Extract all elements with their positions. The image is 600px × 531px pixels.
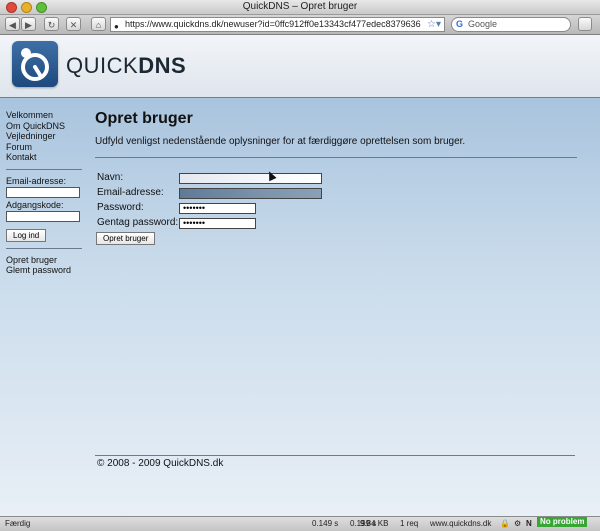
address-bar[interactable]: ● https://www.quickdns.dk/newuser?id=0ff… xyxy=(110,17,445,32)
status-time-1: 0.149 s xyxy=(312,519,339,528)
close-window-button[interactable] xyxy=(6,2,17,13)
sidebar-link-om-quickdns[interactable]: Om QuickDNS xyxy=(6,121,82,132)
site-logo-text[interactable]: QUICKDNS xyxy=(66,53,186,79)
search-placeholder: Google xyxy=(468,19,498,29)
email-field[interactable] xyxy=(179,188,322,199)
window-titlebar: QuickDNS – Opret bruger xyxy=(0,0,600,15)
search-bar[interactable]: G Google xyxy=(451,17,571,32)
logo-text-light: QUICK xyxy=(66,53,139,78)
sidebar: Velkommen Om QuickDNS Vejledninger Forum… xyxy=(6,110,82,276)
sidebar-divider xyxy=(6,247,82,249)
gear-icon[interactable]: ⚙ xyxy=(514,517,521,531)
login-password-label: Adgangskode: xyxy=(6,199,64,210)
home-button[interactable]: ⌂ xyxy=(91,17,106,31)
status-domain: www.quickdns.dk xyxy=(430,519,492,528)
logo-text-bold: DNS xyxy=(138,53,187,78)
status-requests: 1 req xyxy=(400,519,419,528)
login-email-label: Email-adresse: xyxy=(6,175,67,186)
site-favicon-icon: ● xyxy=(114,22,119,31)
repeat-password-field[interactable]: ••••••• xyxy=(179,218,256,229)
reload-icon: ↻ xyxy=(47,20,56,30)
create-user-button[interactable]: Opret bruger xyxy=(96,232,156,245)
quickdns-logo-icon[interactable] xyxy=(12,41,58,87)
bookmark-star-icon[interactable]: ☆▾ xyxy=(427,18,441,31)
name-field[interactable] xyxy=(179,173,322,184)
forward-button[interactable]: ▶ xyxy=(21,17,36,31)
footer-copyright: © 2008 - 2009 QuickDNS.dk xyxy=(97,458,224,469)
google-icon: G xyxy=(456,19,464,29)
sidebar-link-vejledninger[interactable]: Vejledninger xyxy=(6,131,82,142)
address-url: https://www.quickdns.dk/newuser?id=0ffc9… xyxy=(125,19,421,29)
sidebar-link-glemt-password[interactable]: Glemt password xyxy=(6,265,82,276)
email-label: Email-adresse: xyxy=(97,187,164,198)
back-arrow-icon: ◀ xyxy=(9,20,16,30)
login-email-input[interactable] xyxy=(6,186,80,198)
content-divider xyxy=(95,157,577,158)
home-icon: ⌂ xyxy=(95,20,102,30)
footer-divider xyxy=(95,455,575,456)
status-size: 9.84 KB xyxy=(360,519,389,528)
sidebar-link-forum[interactable]: Forum xyxy=(6,142,82,153)
stop-button[interactable]: ✕ xyxy=(66,17,81,31)
reload-button[interactable]: ↻ xyxy=(44,17,59,31)
intro-text: Udfyld venligst nedenstående oplysninger… xyxy=(95,136,466,147)
minimize-window-button[interactable] xyxy=(21,2,32,13)
stop-icon: ✕ xyxy=(69,20,78,30)
page-title: Opret bruger xyxy=(95,110,193,127)
repeat-password-label: Gentag password: xyxy=(97,217,179,228)
login-button[interactable]: Log ind xyxy=(6,228,47,242)
status-badge[interactable]: No problem xyxy=(537,517,588,527)
back-button[interactable]: ◀ xyxy=(5,17,20,31)
zoom-window-button[interactable] xyxy=(36,2,47,13)
browser-toolbar: ◀ ▶ ↻ ✕ ⌂ ● https://www.quickdns.dk/newu… xyxy=(0,15,600,35)
status-text: Færdig xyxy=(5,519,31,528)
password-field[interactable]: ••••••• xyxy=(179,203,256,214)
site-header: QUICKDNS xyxy=(0,35,600,98)
window-controls xyxy=(6,2,47,13)
browser-statusbar: Færdig 0.149 s 0.199 s 9.84 KB 1 req www… xyxy=(0,516,600,531)
login-password-input[interactable] xyxy=(6,210,80,222)
page-content: Velkommen Om QuickDNS Vejledninger Forum… xyxy=(0,98,600,516)
sidebar-divider xyxy=(6,168,82,170)
lock-icon: 🔒 xyxy=(500,519,510,528)
name-label: Navn: xyxy=(97,172,124,183)
sidebar-link-opret-bruger[interactable]: Opret bruger xyxy=(6,255,82,266)
window-title: QuickDNS – Opret bruger xyxy=(242,1,358,12)
forward-arrow-icon: ▶ xyxy=(25,20,32,30)
toolbar-toggle-button[interactable] xyxy=(578,17,592,31)
password-label: Password: xyxy=(97,202,144,213)
sidebar-link-kontakt[interactable]: Kontakt xyxy=(6,152,82,163)
sidebar-link-velkommen[interactable]: Velkommen xyxy=(6,110,82,121)
noscript-icon[interactable]: N xyxy=(526,517,532,531)
